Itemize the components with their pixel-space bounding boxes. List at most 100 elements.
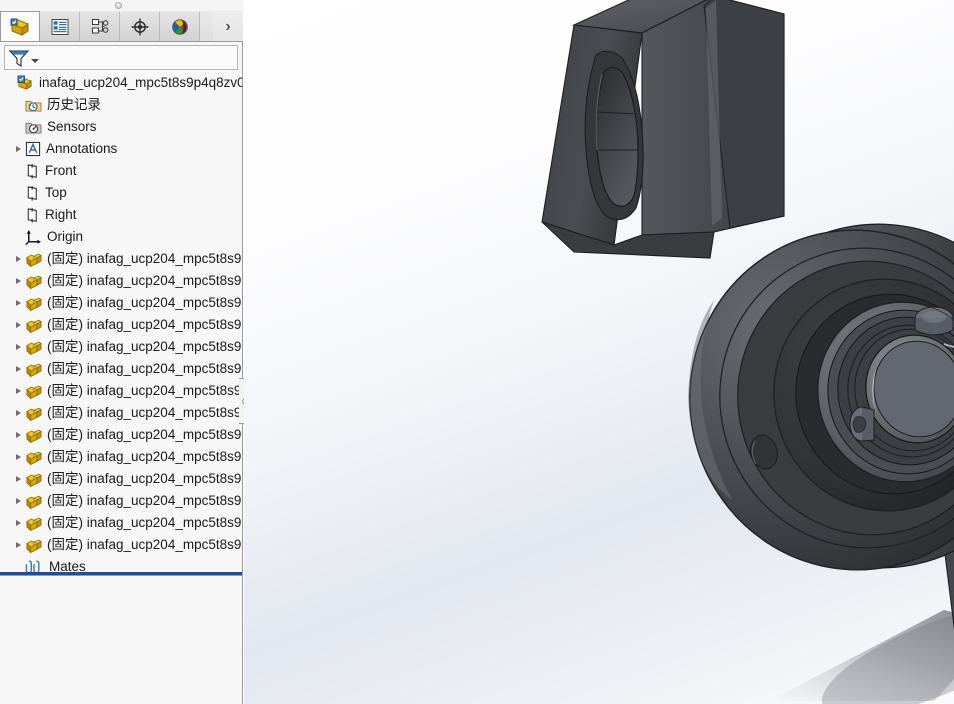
tree-item[interactable]: Top — [0, 182, 242, 204]
tab-property-manager[interactable] — [40, 12, 80, 41]
tree-filter-bar[interactable] — [4, 45, 238, 70]
tree-item-component[interactable]: (固定) inafag_ucp204_mpc5t8s9p4 — [0, 336, 242, 358]
annotations-icon — [25, 141, 41, 157]
tree-item-component[interactable]: (固定) inafag_ucp204_mpc5t8s9p4 — [0, 314, 242, 336]
panel-grip-dot — [115, 2, 122, 9]
feature-manager-panel: › inafag_ucp204_mpc5t8s9p4q8zv0gleo历史记录S… — [0, 0, 243, 704]
tree-bottom-separator — [0, 572, 242, 575]
part-icon — [25, 471, 42, 488]
tree-indent — [12, 94, 25, 116]
expand-arrow-icon[interactable] — [12, 512, 25, 534]
part-icon — [25, 361, 42, 378]
tree-item-label: (固定) inafag_ucp204_mpc5t8s9p4 — [47, 402, 242, 424]
part-icon — [25, 273, 42, 290]
assembly-icon — [17, 75, 34, 92]
tree-item-label: Sensors — [47, 116, 97, 138]
expand-arrow-icon[interactable] — [12, 534, 25, 556]
expand-arrow-icon[interactable] — [12, 138, 25, 160]
tree-item-component[interactable]: (固定) inafag_ucp204_mpc5t8s9p4 — [0, 358, 242, 380]
tree-item-component[interactable]: (固定) inafag_ucp204_mpc5t8s9p4 — [0, 380, 242, 402]
part-icon — [25, 537, 42, 554]
tree-item-label: (固定) inafag_ucp204_mpc5t8s9p4 — [47, 490, 242, 512]
part-icon — [25, 383, 42, 400]
tree-item-label: (固定) inafag_ucp204_mpc5t8s9p4 — [47, 292, 242, 314]
part-icon — [25, 405, 42, 422]
expand-arrow-icon[interactable] — [12, 336, 25, 358]
tree-indent — [12, 160, 25, 182]
tree-item-component[interactable]: (固定) inafag_ucp204_mpc5t8s9p4 — [0, 424, 242, 446]
tree-item-label: (固定) inafag_ucp204_mpc5t8s9p4 — [47, 468, 242, 490]
tree-item-label: (固定) inafag_ucp204_mpc5t8s9p4 — [47, 248, 242, 270]
tab-configuration-manager[interactable] — [80, 12, 120, 41]
expand-arrow-icon[interactable] — [12, 248, 25, 270]
tree-item[interactable]: 历史记录 — [0, 94, 242, 116]
tree-item-label: (固定) inafag_ucp204_mpc5t8s9p4 — [47, 534, 242, 556]
tree-item-label: Mates — [49, 556, 86, 572]
part-icon — [25, 339, 42, 356]
tree-item[interactable]: Right — [0, 204, 242, 226]
tree-item[interactable]: Front — [0, 160, 242, 182]
more-tabs-button[interactable]: › — [213, 12, 243, 41]
tree-item[interactable]: Sensors — [0, 116, 242, 138]
tree-item-component[interactable]: (固定) inafag_ucp204_mpc5t8s9p4 — [0, 270, 242, 292]
tree-item-component[interactable]: (固定) inafag_ucp204_mpc5t8s9p4 — [0, 534, 242, 556]
part-icon — [25, 251, 42, 268]
tree-indent — [12, 182, 25, 204]
tree-item-component[interactable]: (固定) inafag_ucp204_mpc5t8s9p4 — [0, 248, 242, 270]
tree-item[interactable]: Annotations — [0, 138, 242, 160]
tree-item-component[interactable]: (固定) inafag_ucp204_mpc5t8s9p4 — [0, 292, 242, 314]
filter-dropdown-caret[interactable] — [31, 59, 39, 63]
part-icon — [25, 295, 42, 312]
expand-arrow-icon[interactable] — [12, 380, 25, 402]
tree-item-label: inafag_ucp204_mpc5t8s9p4q8zv0gleo — [39, 72, 242, 94]
history-icon — [25, 98, 42, 113]
expand-arrow-icon[interactable] — [12, 468, 25, 490]
mates-icon — [25, 559, 44, 572]
tree-item[interactable]: inafag_ucp204_mpc5t8s9p4q8zv0gleo — [0, 72, 242, 94]
tree-indent — [4, 72, 17, 94]
tree-empty-area — [0, 576, 242, 704]
feature-tree-icon — [9, 16, 31, 38]
tree-item[interactable]: Origin — [0, 226, 242, 248]
set-screw-side — [850, 407, 874, 441]
tree-item[interactable]: Mates — [0, 556, 242, 572]
graphics-viewport[interactable] — [244, 0, 954, 704]
tree-item-label: Origin — [47, 226, 83, 248]
part-icon — [25, 427, 42, 444]
plane-icon — [25, 207, 40, 224]
expand-arrow-icon[interactable] — [12, 490, 25, 512]
tree-item-label: (固定) inafag_ucp204_mpc5t8s9p4 — [47, 314, 242, 336]
expand-arrow-icon[interactable] — [12, 270, 25, 292]
tree-indent — [12, 204, 25, 226]
tab-dimxpert-manager[interactable] — [120, 12, 160, 41]
tree-item-component[interactable]: (固定) inafag_ucp204_mpc5t8s9p4 — [0, 446, 242, 468]
tab-display-manager[interactable] — [160, 12, 200, 41]
tree-item-label: 历史记录 — [47, 94, 101, 116]
tree-item-label: (固定) inafag_ucp204_mpc5t8s9p4 — [47, 270, 242, 292]
expand-arrow-icon[interactable] — [12, 314, 25, 336]
manager-tab-strip: › — [0, 11, 243, 42]
model-shadow — [769, 582, 954, 704]
tab-feature-manager[interactable] — [0, 11, 40, 41]
part-icon — [25, 515, 42, 532]
expand-arrow-icon[interactable] — [12, 446, 25, 468]
tree-item-component[interactable]: (固定) inafag_ucp204_mpc5t8s9p4 — [0, 490, 242, 512]
tree-item-label: (固定) inafag_ucp204_mpc5t8s9p4 — [47, 446, 242, 468]
tree-item-label: (固定) inafag_ucp204_mpc5t8s9p4 — [47, 358, 242, 380]
tree-item-component[interactable]: (固定) inafag_ucp204_mpc5t8s9p4 — [0, 468, 242, 490]
expand-arrow-icon[interactable] — [12, 358, 25, 380]
sensors-icon — [25, 120, 42, 135]
expand-arrow-icon[interactable] — [12, 292, 25, 314]
expand-arrow-icon[interactable] — [12, 402, 25, 424]
tree-item-label: Annotations — [46, 138, 117, 160]
tree-item-label: (固定) inafag_ucp204_mpc5t8s9p4 — [47, 512, 242, 534]
expand-arrow-icon[interactable] — [12, 424, 25, 446]
plane-icon — [25, 185, 40, 202]
tree-item-label: Front — [45, 160, 77, 182]
tree-item-component[interactable]: (固定) inafag_ucp204_mpc5t8s9p4 — [0, 512, 242, 534]
design-tree[interactable]: inafag_ucp204_mpc5t8s9p4q8zv0gleo历史记录Sen… — [0, 72, 242, 572]
tree-item-label: (固定) inafag_ucp204_mpc5t8s9p4 — [47, 380, 242, 402]
filter-funnel-icon — [8, 48, 30, 68]
bearing-unit-model[interactable] — [244, 0, 954, 704]
tree-item-component[interactable]: (固定) inafag_ucp204_mpc5t8s9p4 — [0, 402, 242, 424]
